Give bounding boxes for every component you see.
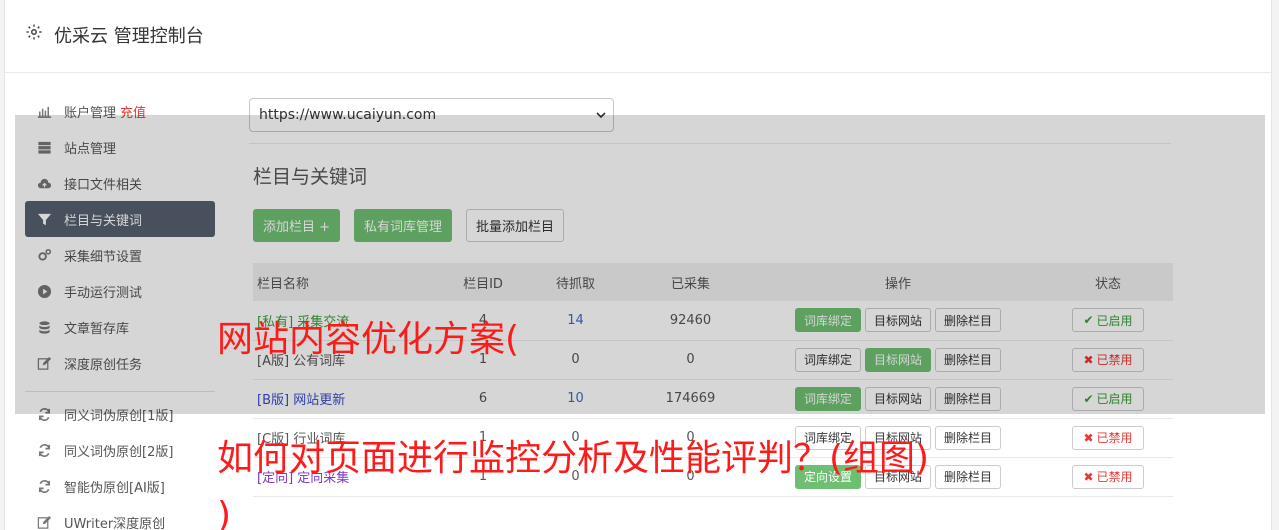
- col-header-ops: 操作: [884, 276, 911, 292]
- status-label: 已禁用: [1096, 353, 1133, 367]
- sidebar-item-2[interactable]: 接口文件相关: [25, 165, 215, 201]
- status-toggle[interactable]: ✖ 已禁用: [1072, 425, 1144, 450]
- sidebar-item-label: 采集细节设置: [64, 249, 143, 265]
- column-name-link[interactable]: [B版] 网站更新: [257, 393, 345, 408]
- refresh-icon: [36, 406, 52, 422]
- private-lib-button[interactable]: 私有词库管理: [354, 209, 453, 242]
- play-circle-icon: [36, 283, 52, 299]
- edit-icon: [36, 355, 52, 371]
- delete-column-button[interactable]: 删除栏目: [935, 308, 1002, 333]
- server-icon: [36, 139, 52, 155]
- status-toggle[interactable]: ✔ 已启用: [1072, 308, 1144, 333]
- watermark-line-2: 如何对页面进行监控分析及性能评判？(组图): [217, 438, 930, 479]
- sidebar-divider: [25, 391, 215, 392]
- pending-count[interactable]: 10: [523, 379, 628, 418]
- add-column-button[interactable]: 添加栏目 +: [253, 209, 341, 242]
- delete-column-button[interactable]: 删除栏目: [935, 386, 1002, 411]
- delete-column-button[interactable]: 删除栏目: [935, 464, 1002, 489]
- col-header-pending: 待抓取: [555, 276, 595, 292]
- site-select[interactable]: https://www.ucaiyun.com: [249, 98, 614, 132]
- target-site-button[interactable]: 目标网站: [864, 347, 931, 372]
- sidebar-item-11[interactable]: UWriter深度原创: [25, 504, 215, 530]
- sidebar-item-1[interactable]: 站点管理: [25, 129, 215, 165]
- sidebar-item-4[interactable]: 采集细节设置: [25, 237, 215, 273]
- status-label: 已禁用: [1096, 431, 1133, 445]
- sidebar-item-label: 接口文件相关: [64, 177, 143, 193]
- section-divider: [249, 143, 1171, 144]
- sidebar-item-label: 栏目与关键词: [64, 213, 143, 229]
- sidebar-item-8[interactable]: 同义词伪原创[1版]: [25, 396, 215, 432]
- top-bar: 优采云 管理控制台: [5, 0, 1271, 73]
- sidebar-item-label: 账户管理: [64, 105, 117, 121]
- cloud-upload-icon: [36, 175, 52, 191]
- table-row: [B版] 网站更新 6 10 174669 词库绑定 目标网站 删除栏目 ✔ 已启用: [253, 379, 1173, 418]
- sidebar-item-5[interactable]: 手动运行测试: [25, 273, 215, 309]
- bind-lexicon-button[interactable]: 词库绑定: [794, 386, 861, 411]
- column-id: 6: [478, 391, 488, 406]
- sidebar-item-0[interactable]: 账户管理 充值: [25, 93, 215, 129]
- close-icon: ✖: [1083, 352, 1094, 367]
- sidebar-item-label: 站点管理: [64, 141, 117, 157]
- table-header-row: 栏目名称 栏目ID 待抓取 已采集 操作 状态: [253, 263, 1173, 301]
- col-header-name: 栏目名称: [257, 276, 310, 292]
- row-actions: 词库绑定 目标网站 删除栏目: [753, 386, 1043, 411]
- page-title: 栏目与关键词: [253, 166, 368, 188]
- bind-lexicon-button[interactable]: 词库绑定: [794, 347, 861, 372]
- sidebar-item-label: 深度原创任务: [64, 357, 143, 373]
- sidebar-item-label: 手动运行测试: [64, 285, 143, 301]
- status-label: 已启用: [1096, 392, 1133, 406]
- delete-column-button[interactable]: 删除栏目: [935, 347, 1002, 372]
- target-site-button[interactable]: 目标网站: [864, 308, 931, 333]
- collected-count: 174669: [665, 391, 716, 406]
- row-actions: 词库绑定 目标网站 删除栏目: [753, 308, 1043, 333]
- database-icon: [36, 319, 52, 335]
- check-icon: ✔: [1083, 391, 1094, 406]
- row-actions: 词库绑定 目标网站 删除栏目: [753, 347, 1043, 372]
- status-label: 已启用: [1096, 313, 1133, 328]
- bind-lexicon-button[interactable]: 词库绑定: [794, 308, 861, 333]
- check-icon: ✔: [1083, 313, 1094, 328]
- sidebar-item-label: 文章暂存库: [64, 321, 130, 337]
- status-toggle[interactable]: ✔ 已启用: [1072, 386, 1144, 411]
- sidebar-item-7[interactable]: 深度原创任务: [25, 345, 215, 381]
- sidebar-item-6[interactable]: 文章暂存库: [25, 309, 215, 345]
- collected-count: 92460: [669, 312, 712, 328]
- sidebar-item-10[interactable]: 智能伪原创[AI版]: [25, 468, 215, 504]
- target-site-button[interactable]: 目标网站: [864, 386, 931, 411]
- sidebar-item-label: 同义词伪原创[2版]: [64, 444, 174, 460]
- pending-count[interactable]: 14: [523, 301, 628, 340]
- toolbar: 添加栏目 + 私有词库管理 批量添加栏目: [253, 209, 1169, 242]
- status-toggle[interactable]: ✖ 已禁用: [1072, 464, 1144, 489]
- refresh-icon: [36, 478, 52, 494]
- console-title: 优采云 管理控制台: [54, 26, 204, 47]
- sidebar-item-9[interactable]: 同义词伪原创[2版]: [25, 432, 215, 468]
- sidebar-item-label: UWriter深度原创: [64, 516, 166, 530]
- sidebar: 账户管理 充值站点管理接口文件相关 栏目与关键词 采集细节设置 手动运行测试 文章暂存库深…: [25, 93, 215, 530]
- refresh-icon: [36, 442, 52, 458]
- status-label: 已禁用: [1096, 470, 1133, 484]
- delete-column-button[interactable]: 删除栏目: [935, 425, 1002, 450]
- sidebar-item-label: 智能伪原创[AI版]: [64, 480, 165, 496]
- edit-icon: [36, 514, 52, 530]
- filter-icon: [36, 211, 52, 227]
- status-toggle[interactable]: ✖ 已禁用: [1072, 347, 1144, 372]
- watermark-line-1: 网站内容优化方案(: [217, 319, 520, 360]
- site-select-value: https://www.ucaiyun.com: [259, 107, 437, 123]
- recharge-link[interactable]: 充值: [120, 102, 146, 121]
- sidebar-item-label: 同义词伪原创[1版]: [64, 408, 174, 424]
- gear-icon: [26, 24, 42, 40]
- cogs-icon: [36, 247, 52, 263]
- close-icon: ✖: [1083, 469, 1094, 484]
- collected-count: 0: [686, 352, 695, 367]
- sidebar-item-3[interactable]: 栏目与关键词: [25, 201, 215, 237]
- col-header-id: 栏目ID: [463, 276, 503, 292]
- col-header-collected: 已采集: [670, 276, 710, 292]
- bar-chart-icon: [36, 103, 52, 119]
- pending-count[interactable]: 0: [523, 340, 628, 379]
- batch-add-button[interactable]: 批量添加栏目: [466, 209, 565, 242]
- watermark-line-3: ): [217, 495, 232, 530]
- chevron-down-icon: [596, 112, 606, 119]
- col-header-status: 状态: [1094, 276, 1121, 292]
- close-icon: ✖: [1083, 430, 1094, 445]
